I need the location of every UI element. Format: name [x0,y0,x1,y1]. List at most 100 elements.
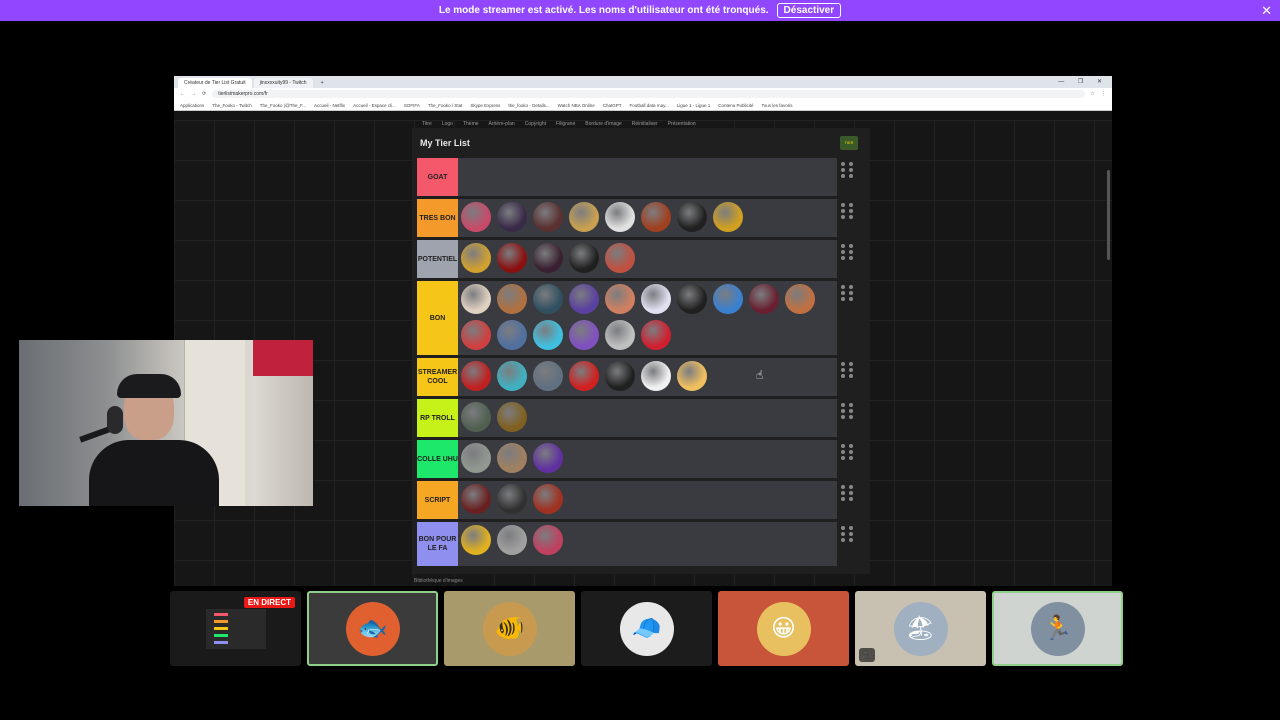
tier-control-icon[interactable] [841,285,845,289]
bookmark-item[interactable]: Applications [180,103,204,108]
tier-avatar[interactable] [602,240,638,276]
participant-tile-fish-red[interactable]: 🐟 [307,591,438,666]
bookmark-item[interactable]: SOFIFA [404,103,420,108]
tier-controls[interactable] [841,162,855,178]
tier-avatar[interactable] [494,199,530,235]
bookmark-item[interactable]: The_Fooko - Twitch [212,103,251,108]
tier-control-icon[interactable] [849,497,853,501]
tier-control-icon[interactable] [841,444,845,448]
participant-tile-screen-share[interactable]: EN DIRECT [170,591,301,666]
tier-control-icon[interactable] [841,209,845,213]
tier-control-icon[interactable] [841,526,845,530]
toolbar-item[interactable]: Titre [422,121,432,127]
toolbar-item[interactable]: Bordure d'image [585,121,622,127]
tier-label[interactable]: POTENTIEL [417,240,458,278]
tier-avatar[interactable] [458,399,494,435]
toolbar-item[interactable]: Logo [442,121,453,127]
tier-control-icon[interactable] [841,403,845,407]
bookmark-item[interactable]: the_fooko - Details... [508,103,549,108]
tier-avatar[interactable] [602,317,638,353]
tier-avatar[interactable] [530,281,566,317]
tier-controls[interactable] [841,444,855,460]
toolbar-item[interactable]: Réinitialiser [632,121,658,127]
tier-control-icon[interactable] [849,374,853,378]
tier-control-icon[interactable] [841,450,845,454]
tier-avatar[interactable] [674,281,710,317]
tier-avatar[interactable] [458,358,494,394]
tier-label[interactable]: STREAMER COOL [417,358,458,396]
bookmark-item[interactable]: Accueil - Espace cli... [353,103,396,108]
participant-tile-runner[interactable]: 🏃 [992,591,1123,666]
tier-control-icon[interactable] [841,291,845,295]
tier-control-icon[interactable] [849,174,853,178]
tier-controls[interactable] [841,526,855,542]
tier-control-icon[interactable] [849,403,853,407]
tier-items[interactable] [458,440,837,478]
tier-avatar[interactable] [458,199,494,235]
tier-control-icon[interactable] [849,256,853,260]
bookmark-item[interactable]: The_Fooko (@The_F... [260,103,306,108]
tier-avatar[interactable] [710,281,746,317]
tier-label[interactable]: GOAT [417,158,458,196]
tier-control-icon[interactable] [841,485,845,489]
window-controls[interactable]: — ❐ ✕ [1058,78,1108,85]
tier-control-icon[interactable] [841,362,845,366]
tier-controls[interactable] [841,403,855,419]
bookmark-item[interactable]: The_Fooko / Stat [428,103,463,108]
tier-avatar[interactable] [494,399,530,435]
star-icon[interactable]: ☆ [1091,91,1095,97]
tier-avatar[interactable] [602,281,638,317]
tier-control-icon[interactable] [849,450,853,454]
tier-avatar[interactable] [566,358,602,394]
bookmark-item[interactable]: Accueil - Netflix [314,103,345,108]
disable-streamer-mode-button[interactable]: Désactiver [776,3,842,18]
tier-control-icon[interactable] [841,250,845,254]
tier-avatar[interactable] [710,199,746,235]
tier-control-icon[interactable] [849,485,853,489]
tier-control-icon[interactable] [849,285,853,289]
tier-avatar[interactable] [458,522,494,558]
tier-control-icon[interactable] [841,244,845,248]
tier-items[interactable] [458,199,837,237]
tier-control-icon[interactable] [849,538,853,542]
bookmark-item[interactable]: Watch NBA Online [558,103,595,108]
bookmark-item[interactable]: Tous les favoris [762,103,793,108]
page-scrollbar[interactable] [1107,170,1110,260]
tier-control-icon[interactable] [841,497,845,501]
tier-control-icon[interactable] [841,203,845,207]
close-icon[interactable]: ✕ [1261,3,1272,19]
tier-control-icon[interactable] [849,250,853,254]
tier-avatar[interactable] [494,481,530,517]
tier-avatar[interactable] [530,240,566,276]
tier-items[interactable] [458,399,837,437]
tier-control-icon[interactable] [841,532,845,536]
bookmark-item[interactable]: Ligue 1 - Ligue 1 [677,103,711,108]
tier-label[interactable]: SCRIPT [417,481,458,519]
bookmark-item[interactable]: ChatGPT [603,103,622,108]
tier-avatar[interactable] [566,317,602,353]
tier-avatar[interactable] [638,358,674,394]
tier-avatar[interactable] [638,281,674,317]
tier-control-icon[interactable] [849,456,853,460]
tier-avatar[interactable] [458,440,494,476]
tier-control-icon[interactable] [849,209,853,213]
tier-control-icon[interactable] [849,291,853,295]
tier-controls[interactable] [841,285,855,301]
tier-items[interactable] [458,158,837,196]
tier-avatar[interactable] [530,358,566,394]
tier-label[interactable]: BON [417,281,458,355]
tier-control-icon[interactable] [849,203,853,207]
tier-control-icon[interactable] [841,168,845,172]
tier-avatar[interactable] [746,281,782,317]
tier-control-icon[interactable] [849,532,853,536]
toolbar-item[interactable]: Copyright [525,121,546,127]
browser-tab-twitch[interactable]: jinxxxxuity99 - Twitch [253,78,313,88]
bookmark-item[interactable]: Skype Express [470,103,500,108]
tier-items[interactable] [458,281,837,355]
tier-control-icon[interactable] [849,368,853,372]
tier-control-icon[interactable] [841,368,845,372]
tier-items[interactable] [458,522,837,566]
tier-control-icon[interactable] [849,168,853,172]
tier-avatar[interactable] [602,358,638,394]
participant-tile-bearded[interactable]: 😀 [718,591,849,666]
